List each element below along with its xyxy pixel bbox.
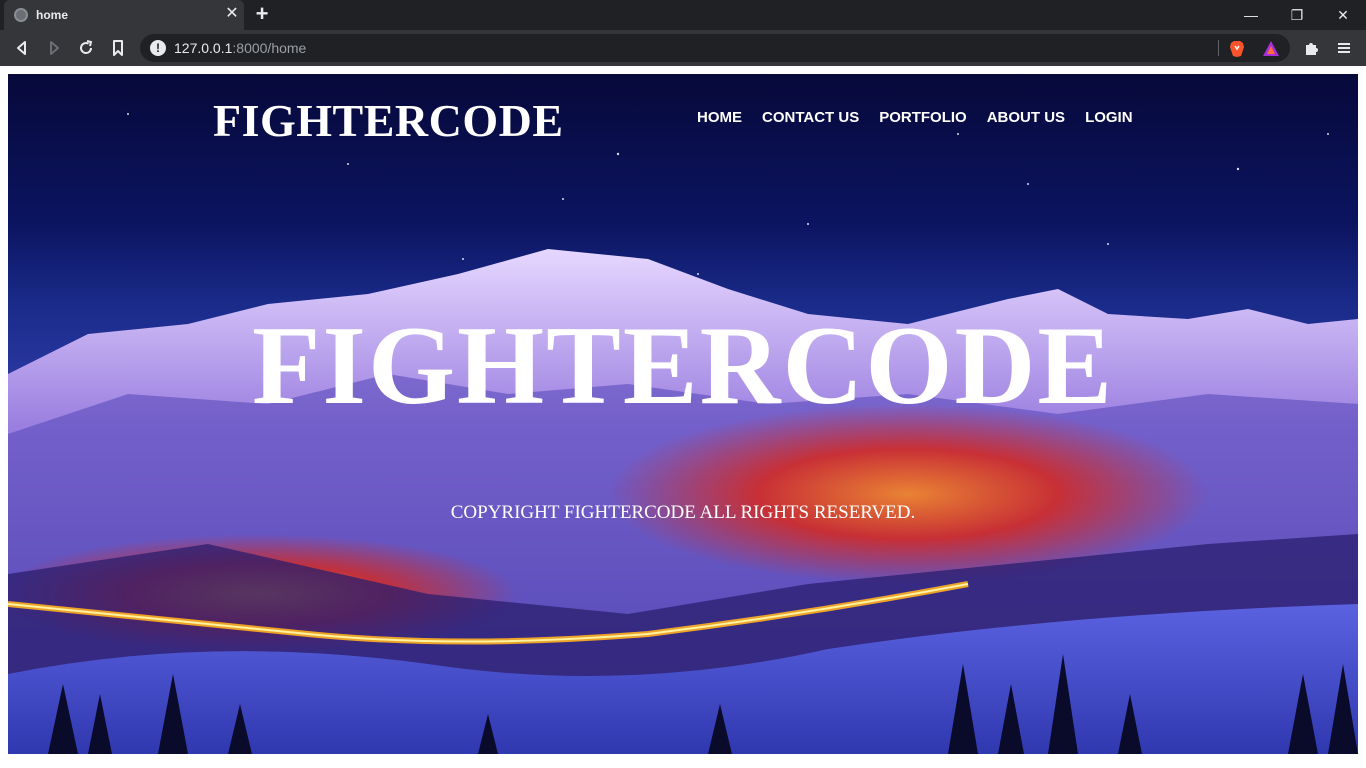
hamburger-menu-icon[interactable]	[1335, 39, 1353, 57]
tab-strip: home ✕ + — ❐ ✕	[0, 0, 1366, 30]
tab-title: home	[36, 8, 69, 22]
main-nav: HOME CONTACT US PORTFOLIO ABOUT US LOGIN	[697, 109, 1133, 126]
info-icon[interactable]: !	[150, 40, 166, 56]
close-window-button[interactable]: ✕	[1320, 0, 1366, 30]
hero-title: FIGHTERCODE	[251, 304, 1115, 428]
nav-login-link[interactable]: LOGIN	[1085, 109, 1133, 126]
nav-contact-link[interactable]: CONTACT US	[762, 109, 859, 126]
bookmark-icon[interactable]	[108, 38, 128, 58]
nav-portfolio-link[interactable]: PORTFOLIO	[879, 109, 967, 126]
address-bar[interactable]: ! 127.0.0.1:8000/home	[140, 34, 1290, 62]
tab-close-button[interactable]: ✕	[224, 6, 240, 22]
omnibox-divider	[1218, 40, 1219, 56]
site-logo[interactable]: FIGHTERCODE	[213, 94, 564, 147]
minimize-button[interactable]: —	[1228, 0, 1274, 30]
nav-about-link[interactable]: ABOUT US	[987, 109, 1065, 126]
nav-home-link[interactable]: HOME	[697, 109, 742, 126]
page-viewport: FIGHTERCODE HOME CONTACT US PORTFOLIO AB…	[0, 66, 1366, 768]
globe-icon	[14, 8, 28, 22]
forward-arrow-icon[interactable]	[44, 38, 64, 58]
back-arrow-icon[interactable]	[12, 38, 32, 58]
puzzle-icon[interactable]	[1303, 39, 1321, 57]
brave-lion-icon[interactable]	[1228, 40, 1246, 58]
browser-tab[interactable]: home ✕	[4, 0, 244, 30]
browser-toolbar: ! 127.0.0.1:8000/home	[0, 30, 1366, 66]
restore-button[interactable]: ❐	[1274, 0, 1320, 30]
new-tab-button[interactable]: +	[252, 3, 272, 25]
reload-icon[interactable]	[76, 38, 96, 58]
hero-section: FIGHTERCODE HOME CONTACT US PORTFOLIO AB…	[8, 74, 1358, 754]
brave-rewards-icon[interactable]	[1262, 40, 1280, 58]
copyright-text: COPYRIGHT FIGHTERCODE ALL RIGHTS RESERVE…	[450, 502, 916, 523]
url-text[interactable]: 127.0.0.1:8000/home	[174, 40, 306, 56]
